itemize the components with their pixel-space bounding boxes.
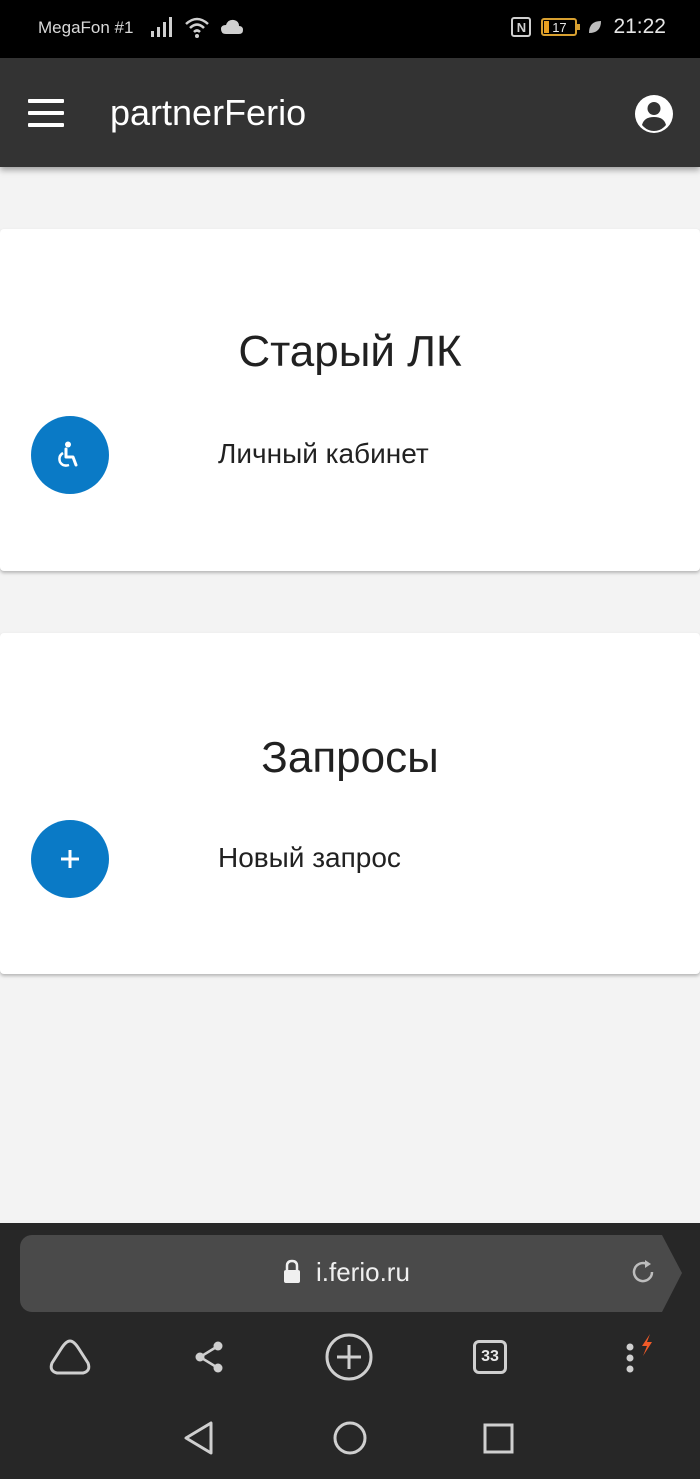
home-icon[interactable] xyxy=(330,1418,370,1458)
alice-button[interactable] xyxy=(46,1333,94,1381)
nfc-icon: N xyxy=(511,17,532,37)
url-text: i.ferio.ru xyxy=(316,1257,410,1287)
more-button[interactable] xyxy=(606,1333,654,1381)
alice-icon xyxy=(49,1339,91,1375)
card-requests: Запросы Новый запрос xyxy=(0,633,700,974)
status-bar: MegaFon #1 N 17 21:22 xyxy=(0,0,700,58)
battery-level: 17 xyxy=(552,19,567,35)
more-icon xyxy=(626,1334,652,1373)
reload-icon[interactable] xyxy=(628,1257,658,1287)
signal-icon xyxy=(151,17,172,37)
tabs-button[interactable]: 33 xyxy=(466,1333,514,1381)
lock-icon xyxy=(284,1259,300,1283)
carrier-name: MegaFon #1 xyxy=(38,18,134,37)
card-old-account: Старый ЛК Личный кабинет xyxy=(0,229,700,571)
tabs-icon: 33 xyxy=(473,1340,507,1374)
new-request-button[interactable] xyxy=(31,820,109,898)
account-circle-icon[interactable] xyxy=(634,94,674,134)
new-tab-icon xyxy=(325,1333,373,1381)
back-icon[interactable] xyxy=(180,1418,220,1458)
clock: 21:22 xyxy=(613,15,666,38)
share-icon xyxy=(195,1341,223,1373)
battery-icon: 17 xyxy=(541,18,581,36)
wifi-icon xyxy=(185,17,209,38)
app-title: partnerFerio xyxy=(110,92,307,133)
battery-fill xyxy=(544,21,550,33)
accessible-icon xyxy=(58,441,78,467)
personal-account-link[interactable]: Личный кабинет xyxy=(218,438,429,470)
personal-account-button[interactable] xyxy=(31,416,109,494)
recents-icon[interactable] xyxy=(478,1418,518,1458)
app-bar: partnerFerio xyxy=(0,58,700,167)
new-tab-button[interactable] xyxy=(325,1333,373,1381)
plus-icon xyxy=(61,850,79,868)
new-request-link[interactable]: Новый запрос xyxy=(218,842,401,874)
card-title: Старый ЛК xyxy=(238,327,462,376)
leaf-icon xyxy=(589,21,602,33)
share-button[interactable] xyxy=(185,1333,233,1381)
address-bar[interactable]: i.ferio.ru xyxy=(20,1235,682,1312)
hamburger-menu-icon[interactable] xyxy=(28,99,64,127)
cloud-icon xyxy=(221,19,243,34)
card-title: Запросы xyxy=(261,733,439,782)
browser-bar: i.ferio.ru 33 xyxy=(0,1223,700,1479)
